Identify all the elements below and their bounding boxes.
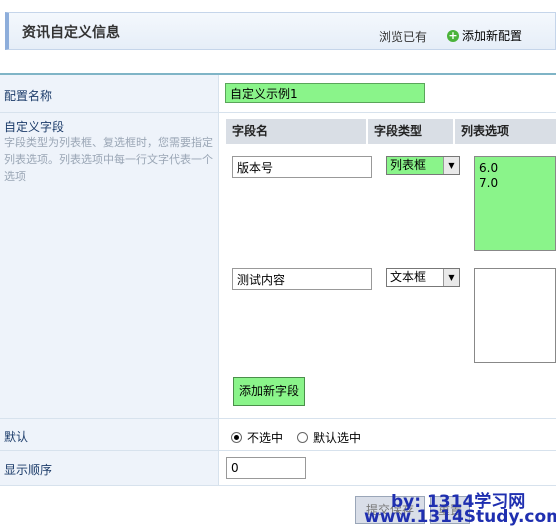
field-type-value: 文本框: [390, 270, 427, 284]
field-type-select[interactable]: 列表框 ▼: [386, 156, 460, 175]
label-cell: 默认: [0, 419, 219, 450]
label-cell: 显示顺序: [0, 451, 219, 485]
page-header: 资讯自定义信息 浏览已有 + 添加新配置: [0, 0, 556, 73]
dropdown-arrow-icon[interactable]: ▼: [443, 157, 459, 174]
field-type-value: 列表框: [387, 157, 443, 174]
display-order-row: 显示顺序: [0, 451, 556, 486]
browse-existing-link[interactable]: 浏览已有: [379, 28, 427, 45]
dropdown-arrow-icon[interactable]: ▼: [443, 269, 459, 286]
field-name-input[interactable]: [232, 268, 372, 290]
plus-circle-icon: +: [447, 28, 459, 42]
list-options-textarea[interactable]: [474, 268, 556, 363]
radio-unchecked-icon[interactable]: [297, 432, 308, 443]
column-header-field-type: 字段类型: [368, 119, 453, 144]
column-header-field-name: 字段名: [226, 119, 366, 144]
default-row: 默认 不选中 默认选中: [0, 419, 556, 451]
config-name-row: 配置名称: [0, 75, 556, 113]
add-config-label: 添加新配置: [462, 29, 523, 43]
list-options-textarea[interactable]: 6.0 7.0: [474, 156, 556, 251]
watermark-line2: www.1314Study.com: [364, 507, 556, 527]
custom-fields-label: 自定义字段: [4, 120, 65, 134]
display-order-label: 显示顺序: [4, 463, 53, 477]
config-name-input[interactable]: [225, 83, 425, 103]
radio-label: 默认选中: [313, 431, 362, 445]
default-label: 默认: [4, 430, 29, 444]
radio-unselected[interactable]: 不选中: [231, 429, 283, 446]
display-order-input[interactable]: [226, 457, 306, 479]
field-type-select[interactable]: 文本框 ▼: [386, 268, 460, 287]
header-bar: 资讯自定义信息 浏览已有 + 添加新配置: [5, 12, 556, 50]
config-name-label: 配置名称: [4, 89, 53, 103]
add-field-button[interactable]: 添加新字段: [233, 377, 305, 406]
field-name-input[interactable]: [232, 156, 372, 178]
custom-fields-hint: 字段类型为列表框、复选框时，您需要指定列表选项。列表选项中每一行文字代表一个选项: [4, 136, 213, 183]
page-title: 资讯自定义信息: [22, 25, 120, 41]
radio-checked-icon[interactable]: [231, 432, 242, 443]
add-config-button[interactable]: + 添加新配置: [447, 27, 522, 44]
radio-label: 不选中: [247, 431, 284, 445]
radio-default-selected[interactable]: 默认选中: [297, 429, 361, 446]
column-header-list-options: 列表选项: [455, 119, 556, 144]
label-cell: 配置名称: [0, 75, 219, 112]
